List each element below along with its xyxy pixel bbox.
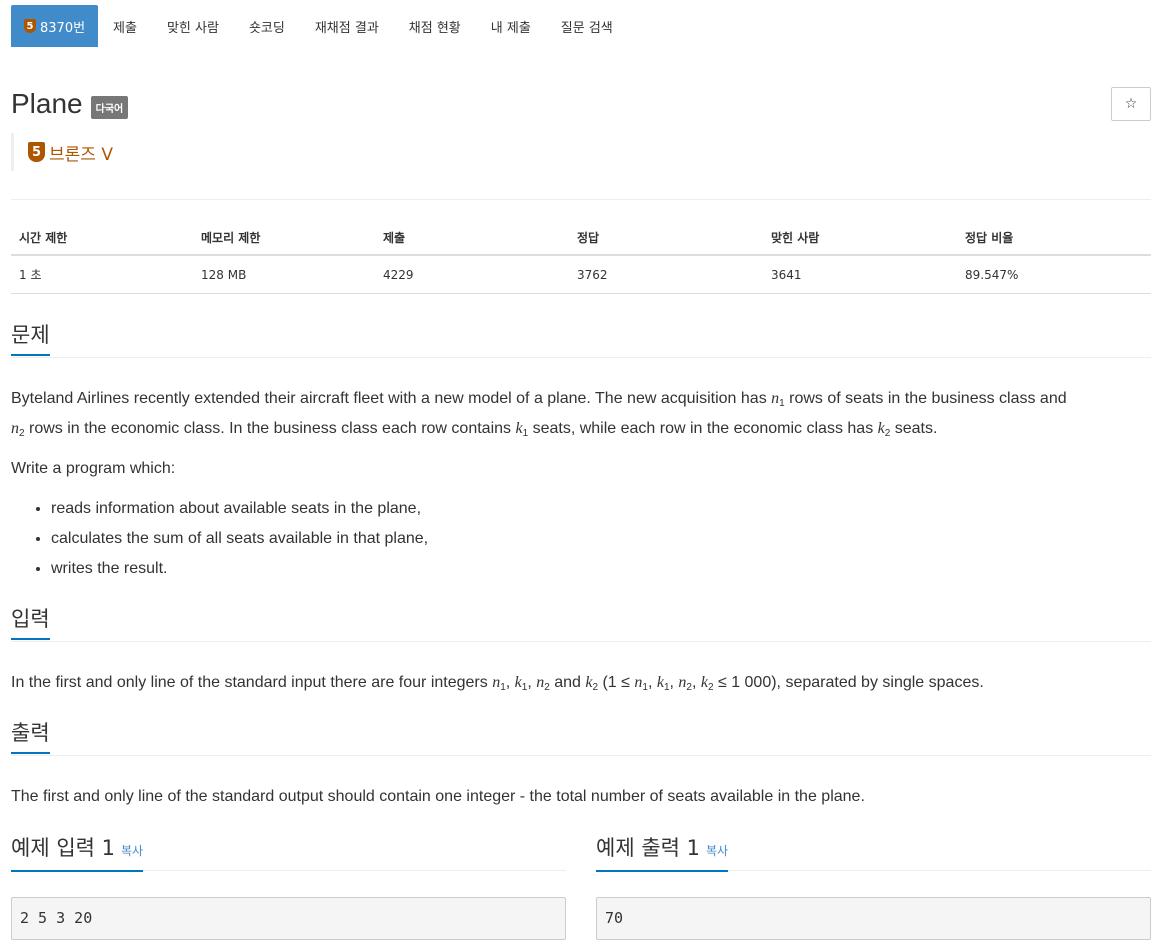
input-text: and <box>549 674 586 691</box>
star-icon: ☆ <box>1124 96 1138 112</box>
time-limit-value: 1 초 <box>11 255 193 294</box>
tab-solved-users[interactable]: 맞힌 사람 <box>152 5 234 47</box>
output-heading-text: 출력 <box>11 721 50 745</box>
input-text: In the first and only line of the standa… <box>11 674 493 691</box>
list-item: calculates the sum of all seats availabl… <box>51 524 1151 554</box>
statement-text: rows of seats in the business class and <box>784 390 1067 407</box>
sample-output-heading: 예제 출력 1 복사 <box>596 835 729 872</box>
input-text: (1 ≤ <box>598 674 635 691</box>
header-submissions: 제출 <box>375 220 569 256</box>
tab-question-search[interactable]: 질문 검색 <box>546 5 628 47</box>
memory-limit-value: 128 MB <box>193 255 375 294</box>
copy-sample-output-button[interactable]: 복사 <box>706 844 728 858</box>
input-heading-text: 입력 <box>11 607 50 631</box>
input-text: ≤ 1 000), separated by single spaces. <box>713 674 984 691</box>
copy-sample-input-button[interactable]: 복사 <box>121 844 143 858</box>
solved-users-value: 3641 <box>763 255 957 294</box>
var-k2: k <box>877 420 885 437</box>
output-heading: 출력 <box>11 720 50 754</box>
sample-input-heading-text: 예제 입력 1 <box>11 836 115 860</box>
accepted-value: 3762 <box>569 255 763 294</box>
sample-input-section: 예제 입력 1 복사 <box>11 835 566 872</box>
statement-text: Byteland Airlines recently extended thei… <box>11 390 772 407</box>
tier-name[interactable]: 브론즈 V <box>49 140 113 165</box>
list-item: reads information about available seats … <box>51 494 1151 524</box>
var-k1: k <box>515 420 523 437</box>
problem-description: Byteland Airlines recently extended thei… <box>11 390 1067 439</box>
output-section: 출력 The first and only line of the standa… <box>11 720 1151 812</box>
statement-text: seats. <box>890 420 938 437</box>
table-row: 1 초 128 MB 4229 3762 3641 89.547% <box>11 255 1151 294</box>
problem-heading: 문제 <box>11 322 50 356</box>
tab-problem[interactable]: 5 8370번 <box>11 5 99 47</box>
header-accepted: 정답 <box>569 220 763 256</box>
favorite-star-button[interactable]: ☆ <box>1111 87 1151 121</box>
bronze-tier-icon: 5 <box>24 19 36 33</box>
sample-output-header: 예제 출력 1 복사 <box>596 835 1151 872</box>
output-description: The first and only line of the standard … <box>11 788 865 805</box>
tab-rejudge-results[interactable]: 재채점 결과 <box>300 5 394 47</box>
var-n1: n <box>771 390 780 407</box>
accept-ratio-value: 89.547% <box>957 255 1151 294</box>
input-heading: 입력 <box>11 606 50 640</box>
sample-input-header: 예제 입력 1 복사 <box>11 835 566 872</box>
sample-output-section: 예제 출력 1 복사 <box>596 835 1151 872</box>
statement-paragraph: Write a program which: <box>11 460 176 477</box>
table-header-row: 시간 제한 메모리 제한 제출 정답 맞힌 사람 정답 비율 <box>11 220 1151 256</box>
tab-judge-status[interactable]: 채점 현황 <box>394 5 476 47</box>
statement-text: seats, while each row in the economic cl… <box>528 420 878 437</box>
problem-heading-text: 문제 <box>11 323 50 347</box>
language-badge[interactable]: 다국어 <box>90 95 129 119</box>
var-n2: n <box>11 420 19 437</box>
tab-problem-label: 8370번 <box>40 20 86 36</box>
statement-text: rows in the economic class. In the busin… <box>24 420 516 437</box>
bronze-tier-icon: 5 <box>28 142 45 162</box>
problem-section-header: 문제 <box>11 322 1151 358</box>
header-solved-users: 맞힌 사람 <box>763 220 957 256</box>
divider <box>11 199 1151 200</box>
header-accept-ratio: 정답 비율 <box>957 220 1151 256</box>
problem-info-table: 시간 제한 메모리 제한 제출 정답 맞힌 사람 정답 비율 1 초 128 M… <box>11 220 1151 294</box>
input-section: 입력 In the first and only line of the sta… <box>11 606 1151 698</box>
output-section-header: 출력 <box>11 720 1151 756</box>
tab-short-coding[interactable]: 숏코딩 <box>234 5 300 47</box>
input-section-header: 입력 <box>11 606 1151 642</box>
page-title: Plane <box>11 88 83 119</box>
title-row: Plane 다국어 <box>11 88 129 120</box>
sample-output-heading-text: 예제 출력 1 <box>596 836 700 860</box>
requirement-list: reads information about available seats … <box>51 494 1151 584</box>
problem-section: 문제 Byteland Airlines recently extended t… <box>11 322 1151 584</box>
input-description: In the first and only line of the standa… <box>11 674 984 693</box>
submissions-value: 4229 <box>375 255 569 294</box>
problem-nav: 5 8370번 제출 맞힌 사람 숏코딩 재채점 결과 채점 현황 내 제출 질… <box>11 5 628 47</box>
list-item: writes the result. <box>51 554 1151 584</box>
header-memory-limit: 메모리 제한 <box>193 220 375 256</box>
sample-input-box[interactable]: 2 5 3 20 <box>11 897 566 940</box>
sample-input-heading: 예제 입력 1 복사 <box>11 835 144 872</box>
sample-output-box[interactable]: 70 <box>596 897 1151 940</box>
header-time-limit: 시간 제한 <box>11 220 193 256</box>
tier-info: 5 브론즈 V <box>11 133 113 171</box>
tab-my-submissions[interactable]: 내 제출 <box>476 5 546 47</box>
tab-submit[interactable]: 제출 <box>98 5 152 47</box>
